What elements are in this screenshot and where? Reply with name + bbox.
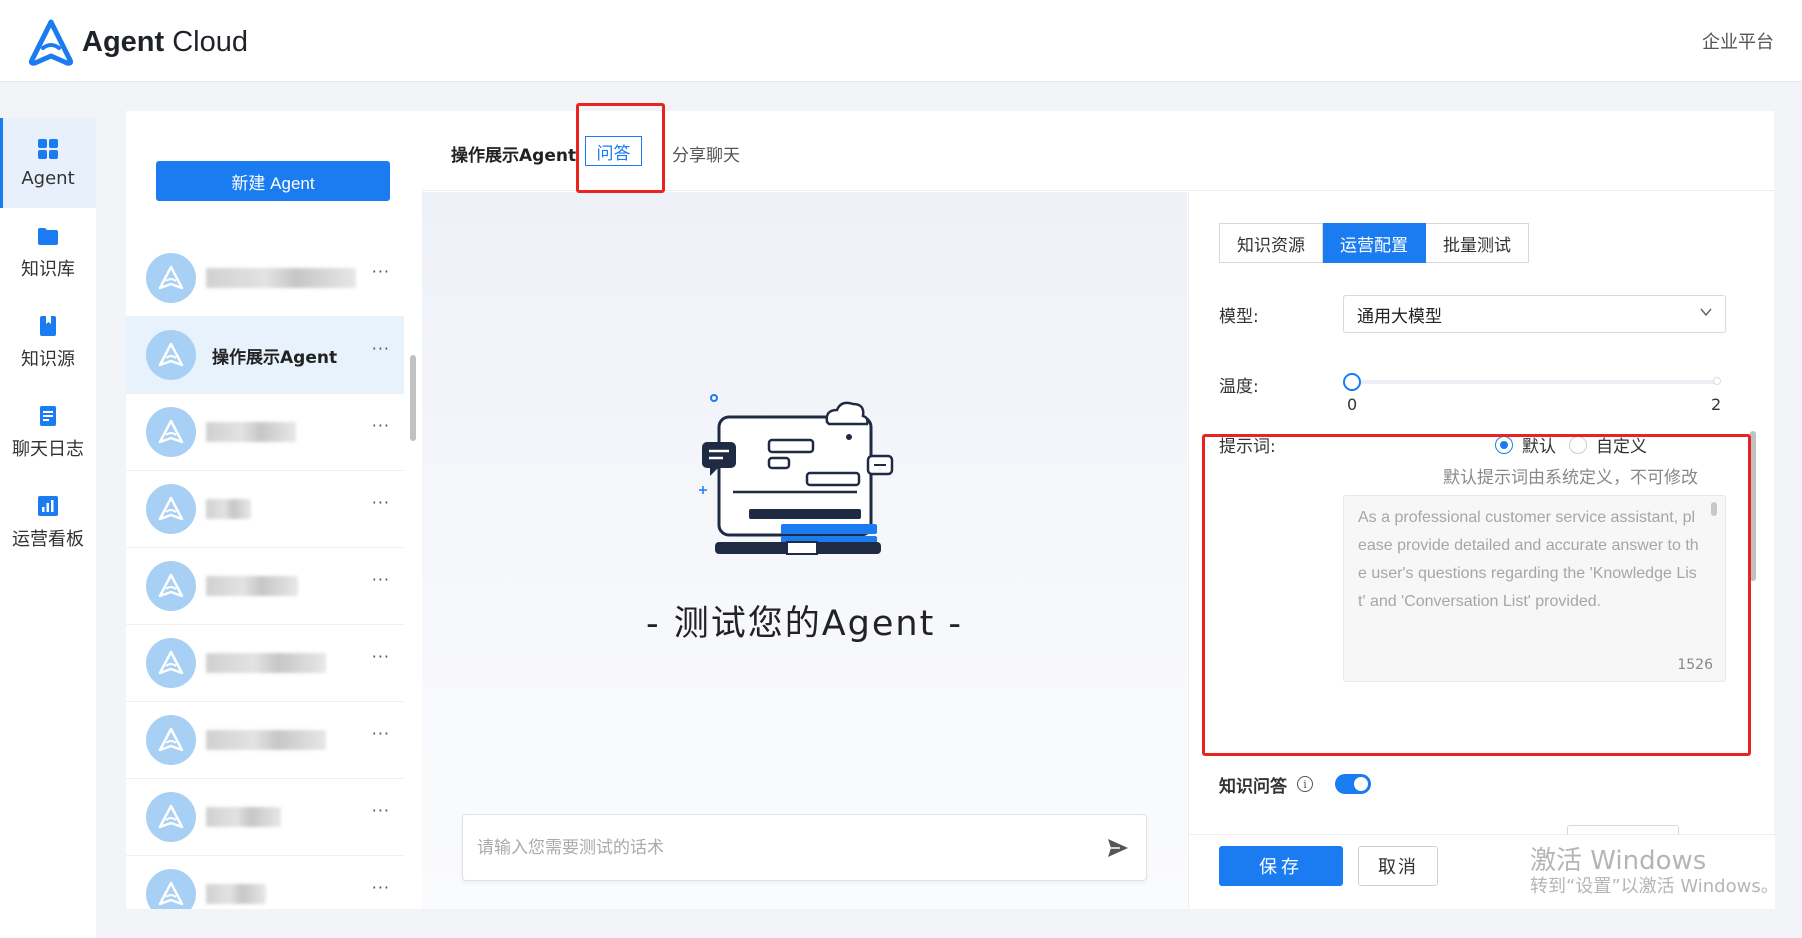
nav-item-dashboard[interactable]: 运营看板 xyxy=(0,478,96,568)
model-selected-value: 通用大模型 xyxy=(1357,306,1442,327)
agent-list-scrollbar[interactable] xyxy=(410,355,416,441)
send-icon[interactable] xyxy=(1106,837,1130,859)
agent-avatar-icon xyxy=(146,792,196,842)
more-options-icon[interactable]: ··· xyxy=(372,647,390,666)
highlight-box-qa-tab xyxy=(576,103,665,193)
agent-list-item[interactable]: ··· xyxy=(126,702,404,779)
temperature-max: 2 xyxy=(1711,395,1722,414)
agent-list-item[interactable]: ··· xyxy=(126,548,404,625)
agent-avatar-icon xyxy=(146,484,196,534)
app-logo[interactable]: Agent Cloud xyxy=(26,18,248,66)
chat-message-input[interactable] xyxy=(477,835,1057,861)
info-icon[interactable]: i xyxy=(1297,776,1313,792)
agent-avatar-icon xyxy=(146,330,196,380)
doc-icon xyxy=(40,406,56,426)
agent-avatar-icon xyxy=(146,715,196,765)
save-button[interactable]: 保存 xyxy=(1219,846,1343,886)
tab-knowledge-resources[interactable]: 知识资源 xyxy=(1219,223,1323,263)
nav-item-agent[interactable]: Agent xyxy=(0,118,96,208)
left-nav: Agent 知识库 知识源 聊天日志 运营看板 xyxy=(0,118,96,938)
more-options-icon[interactable]: ··· xyxy=(372,878,390,897)
config-tabs: 知识资源 运营配置 批量测试 xyxy=(1219,223,1529,263)
temperature-slider-end xyxy=(1713,377,1721,385)
agent-avatar-icon xyxy=(146,253,196,303)
agent-avatar-icon xyxy=(146,561,196,611)
agent-list-item[interactable]: ··· xyxy=(126,625,404,702)
blurred-agent-name xyxy=(206,268,356,288)
grid-icon xyxy=(38,138,58,159)
chevron-down-icon xyxy=(1700,308,1712,317)
tab-operation-config[interactable]: 运营配置 xyxy=(1323,223,1426,263)
agent-list-item[interactable]: ··· xyxy=(126,240,404,317)
agent-list-item-active[interactable]: 操作展示Agent ··· xyxy=(126,317,404,394)
blurred-agent-name xyxy=(206,499,251,519)
agent-list-item[interactable]: ··· xyxy=(126,394,404,471)
more-options-icon[interactable]: ··· xyxy=(372,416,390,435)
agent-name: 操作展示Agent xyxy=(212,347,338,368)
agent-list-item[interactable]: ··· xyxy=(126,779,404,856)
agent-list-panel: 新建 Agent ··· 操作展示Agent ··· ··· ··· ··· ·… xyxy=(126,111,422,909)
model-label: 模型: xyxy=(1219,307,1259,327)
new-agent-button[interactable]: 新建 Agent xyxy=(156,161,390,201)
more-options-icon[interactable]: ··· xyxy=(372,493,390,512)
nav-label: 知识源 xyxy=(21,349,75,370)
model-select[interactable]: 通用大模型 xyxy=(1343,295,1726,333)
knowledge-qa-toggle[interactable] xyxy=(1335,774,1371,794)
app-header: Agent Cloud 企业平台 xyxy=(0,0,1802,82)
agent-avatar-icon xyxy=(146,638,196,688)
blurred-agent-name xyxy=(206,884,266,904)
chat-empty-title: - 测试您的Agent - xyxy=(645,604,964,644)
agent-avatar-icon xyxy=(146,869,196,909)
nav-item-knowledge-source[interactable]: 知识源 xyxy=(0,298,96,388)
nav-item-chat-log[interactable]: 聊天日志 xyxy=(0,388,96,478)
book-icon xyxy=(40,316,56,336)
blurred-agent-name xyxy=(206,730,326,750)
knowledge-qa-label: 知识问答 xyxy=(1219,777,1287,797)
more-options-icon[interactable]: ··· xyxy=(372,262,390,281)
partially-hidden-label xyxy=(1219,824,1269,834)
temperature-label: 温度: xyxy=(1219,377,1259,397)
folder-icon xyxy=(38,228,58,245)
brand-name: Agent Cloud xyxy=(82,25,249,58)
cancel-button[interactable]: 取消 xyxy=(1358,846,1438,886)
tab-share-chat[interactable]: 分享聊天 xyxy=(672,141,740,166)
temperature-min: 0 xyxy=(1347,395,1358,414)
agent-list-item[interactable]: ··· xyxy=(126,856,404,909)
chat-input-box xyxy=(462,814,1147,881)
more-options-icon[interactable]: ··· xyxy=(372,724,390,743)
agent-list-item[interactable]: ··· xyxy=(126,471,404,548)
blurred-agent-name xyxy=(206,807,281,827)
chat-illustration-icon xyxy=(699,394,894,555)
nav-item-knowledge-base[interactable]: 知识库 xyxy=(0,208,96,298)
nav-label: Agent xyxy=(21,167,75,189)
blurred-agent-name xyxy=(206,653,326,673)
nav-label: 知识库 xyxy=(21,259,75,280)
chart-icon xyxy=(38,496,58,516)
page-title: 操作展示Agent xyxy=(451,146,577,166)
enterprise-platform-link[interactable]: 企业平台 xyxy=(1702,28,1774,54)
highlight-box-prompt xyxy=(1202,434,1751,756)
more-options-icon[interactable]: ··· xyxy=(372,339,390,358)
more-options-icon[interactable]: ··· xyxy=(372,570,390,589)
blurred-agent-name xyxy=(206,422,296,442)
temperature-slider-track[interactable] xyxy=(1351,380,1720,384)
more-options-icon[interactable]: ··· xyxy=(372,801,390,820)
logo-icon xyxy=(28,19,74,66)
temperature-slider-handle[interactable] xyxy=(1343,373,1361,391)
nav-label: 运营看板 xyxy=(12,529,84,550)
tab-batch-test[interactable]: 批量测试 xyxy=(1426,223,1529,263)
blurred-agent-name xyxy=(206,576,298,596)
agent-list: ··· 操作展示Agent ··· ··· ··· ··· ··· ··· ··… xyxy=(126,240,404,909)
windows-activation-watermark-sub: 转到“设置”以激活 Windows。 xyxy=(1530,876,1779,897)
chat-test-area: - 测试您的Agent - xyxy=(422,192,1187,909)
agent-avatar-icon xyxy=(146,407,196,457)
nav-label: 聊天日志 xyxy=(12,439,84,460)
